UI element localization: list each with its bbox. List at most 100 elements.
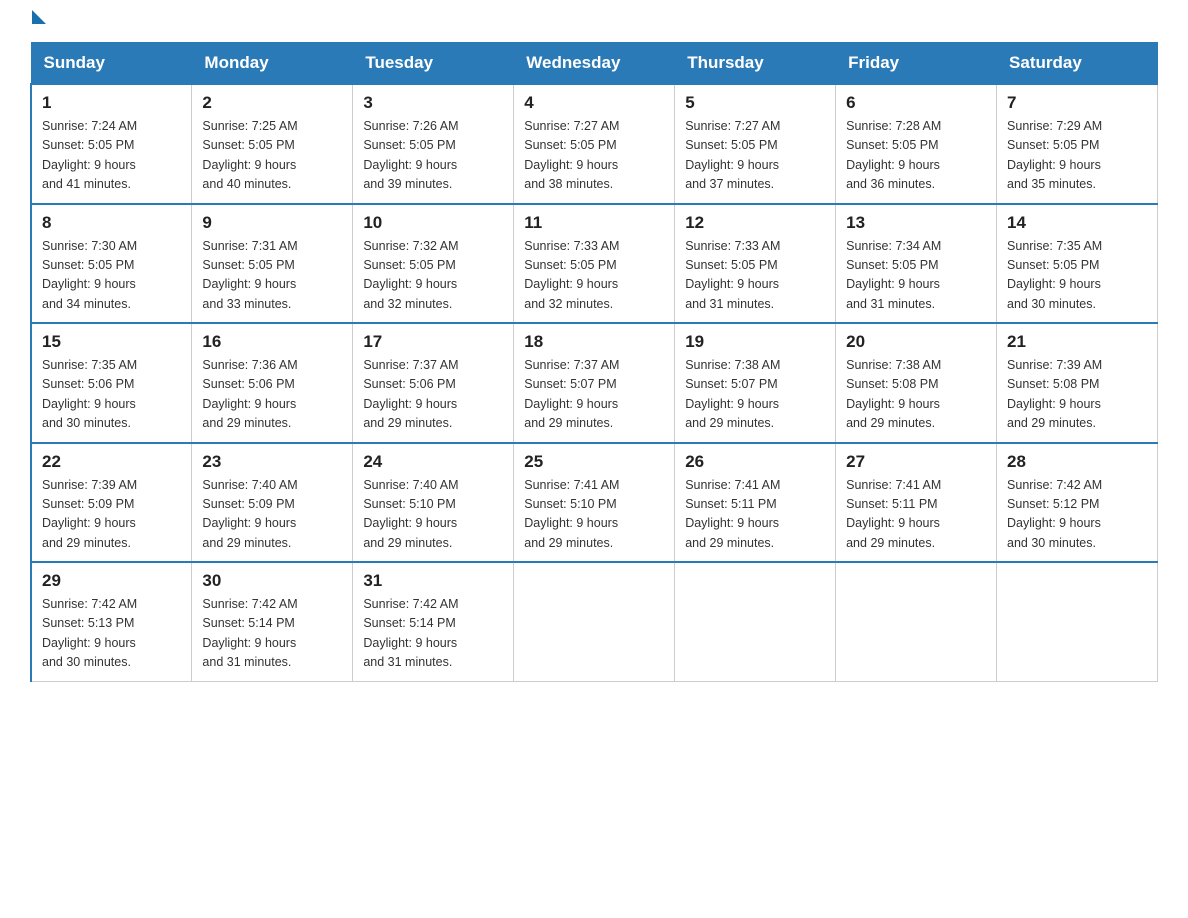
day-number: 13	[846, 213, 986, 233]
day-number: 24	[363, 452, 503, 472]
calendar-cell: 6 Sunrise: 7:28 AM Sunset: 5:05 PM Dayli…	[836, 84, 997, 204]
calendar-week-row: 1 Sunrise: 7:24 AM Sunset: 5:05 PM Dayli…	[31, 84, 1158, 204]
day-number: 15	[42, 332, 181, 352]
day-info: Sunrise: 7:34 AM Sunset: 5:05 PM Dayligh…	[846, 237, 986, 315]
day-info: Sunrise: 7:28 AM Sunset: 5:05 PM Dayligh…	[846, 117, 986, 195]
day-info: Sunrise: 7:41 AM Sunset: 5:11 PM Dayligh…	[685, 476, 825, 554]
calendar-cell: 23 Sunrise: 7:40 AM Sunset: 5:09 PM Dayl…	[192, 443, 353, 563]
calendar-cell: 16 Sunrise: 7:36 AM Sunset: 5:06 PM Dayl…	[192, 323, 353, 443]
col-header-friday: Friday	[836, 43, 997, 85]
day-number: 19	[685, 332, 825, 352]
day-info: Sunrise: 7:27 AM Sunset: 5:05 PM Dayligh…	[524, 117, 664, 195]
day-info: Sunrise: 7:40 AM Sunset: 5:09 PM Dayligh…	[202, 476, 342, 554]
calendar-cell	[514, 562, 675, 681]
day-info: Sunrise: 7:37 AM Sunset: 5:06 PM Dayligh…	[363, 356, 503, 434]
logo-triangle-icon	[32, 10, 46, 24]
calendar-week-row: 8 Sunrise: 7:30 AM Sunset: 5:05 PM Dayli…	[31, 204, 1158, 324]
calendar-cell: 17 Sunrise: 7:37 AM Sunset: 5:06 PM Dayl…	[353, 323, 514, 443]
calendar-cell: 29 Sunrise: 7:42 AM Sunset: 5:13 PM Dayl…	[31, 562, 192, 681]
day-info: Sunrise: 7:41 AM Sunset: 5:11 PM Dayligh…	[846, 476, 986, 554]
day-info: Sunrise: 7:36 AM Sunset: 5:06 PM Dayligh…	[202, 356, 342, 434]
day-number: 11	[524, 213, 664, 233]
day-number: 23	[202, 452, 342, 472]
calendar-cell: 15 Sunrise: 7:35 AM Sunset: 5:06 PM Dayl…	[31, 323, 192, 443]
calendar-cell: 11 Sunrise: 7:33 AM Sunset: 5:05 PM Dayl…	[514, 204, 675, 324]
day-info: Sunrise: 7:42 AM Sunset: 5:14 PM Dayligh…	[363, 595, 503, 673]
calendar-week-row: 22 Sunrise: 7:39 AM Sunset: 5:09 PM Dayl…	[31, 443, 1158, 563]
col-header-thursday: Thursday	[675, 43, 836, 85]
calendar-table: SundayMondayTuesdayWednesdayThursdayFrid…	[30, 42, 1158, 682]
calendar-cell: 10 Sunrise: 7:32 AM Sunset: 5:05 PM Dayl…	[353, 204, 514, 324]
day-info: Sunrise: 7:42 AM Sunset: 5:13 PM Dayligh…	[42, 595, 181, 673]
day-number: 28	[1007, 452, 1147, 472]
day-info: Sunrise: 7:42 AM Sunset: 5:14 PM Dayligh…	[202, 595, 342, 673]
day-number: 2	[202, 93, 342, 113]
day-info: Sunrise: 7:29 AM Sunset: 5:05 PM Dayligh…	[1007, 117, 1147, 195]
day-number: 4	[524, 93, 664, 113]
day-info: Sunrise: 7:33 AM Sunset: 5:05 PM Dayligh…	[685, 237, 825, 315]
day-info: Sunrise: 7:42 AM Sunset: 5:12 PM Dayligh…	[1007, 476, 1147, 554]
calendar-week-row: 29 Sunrise: 7:42 AM Sunset: 5:13 PM Dayl…	[31, 562, 1158, 681]
day-number: 5	[685, 93, 825, 113]
page-header	[30, 20, 1158, 24]
col-header-wednesday: Wednesday	[514, 43, 675, 85]
day-number: 27	[846, 452, 986, 472]
calendar-cell	[997, 562, 1158, 681]
calendar-cell: 19 Sunrise: 7:38 AM Sunset: 5:07 PM Dayl…	[675, 323, 836, 443]
calendar-cell: 31 Sunrise: 7:42 AM Sunset: 5:14 PM Dayl…	[353, 562, 514, 681]
calendar-cell	[836, 562, 997, 681]
day-info: Sunrise: 7:33 AM Sunset: 5:05 PM Dayligh…	[524, 237, 664, 315]
calendar-cell: 26 Sunrise: 7:41 AM Sunset: 5:11 PM Dayl…	[675, 443, 836, 563]
calendar-cell: 21 Sunrise: 7:39 AM Sunset: 5:08 PM Dayl…	[997, 323, 1158, 443]
calendar-cell: 14 Sunrise: 7:35 AM Sunset: 5:05 PM Dayl…	[997, 204, 1158, 324]
day-info: Sunrise: 7:38 AM Sunset: 5:08 PM Dayligh…	[846, 356, 986, 434]
calendar-cell: 20 Sunrise: 7:38 AM Sunset: 5:08 PM Dayl…	[836, 323, 997, 443]
day-info: Sunrise: 7:39 AM Sunset: 5:09 PM Dayligh…	[42, 476, 181, 554]
day-number: 16	[202, 332, 342, 352]
day-number: 21	[1007, 332, 1147, 352]
day-info: Sunrise: 7:31 AM Sunset: 5:05 PM Dayligh…	[202, 237, 342, 315]
day-number: 29	[42, 571, 181, 591]
day-info: Sunrise: 7:38 AM Sunset: 5:07 PM Dayligh…	[685, 356, 825, 434]
day-number: 25	[524, 452, 664, 472]
day-number: 6	[846, 93, 986, 113]
calendar-cell: 30 Sunrise: 7:42 AM Sunset: 5:14 PM Dayl…	[192, 562, 353, 681]
day-number: 20	[846, 332, 986, 352]
calendar-cell: 18 Sunrise: 7:37 AM Sunset: 5:07 PM Dayl…	[514, 323, 675, 443]
calendar-header-row: SundayMondayTuesdayWednesdayThursdayFrid…	[31, 43, 1158, 85]
day-info: Sunrise: 7:32 AM Sunset: 5:05 PM Dayligh…	[363, 237, 503, 315]
calendar-cell: 5 Sunrise: 7:27 AM Sunset: 5:05 PM Dayli…	[675, 84, 836, 204]
day-info: Sunrise: 7:35 AM Sunset: 5:06 PM Dayligh…	[42, 356, 181, 434]
day-info: Sunrise: 7:30 AM Sunset: 5:05 PM Dayligh…	[42, 237, 181, 315]
calendar-cell: 4 Sunrise: 7:27 AM Sunset: 5:05 PM Dayli…	[514, 84, 675, 204]
day-number: 10	[363, 213, 503, 233]
calendar-cell: 25 Sunrise: 7:41 AM Sunset: 5:10 PM Dayl…	[514, 443, 675, 563]
day-number: 26	[685, 452, 825, 472]
calendar-cell: 8 Sunrise: 7:30 AM Sunset: 5:05 PM Dayli…	[31, 204, 192, 324]
calendar-cell: 2 Sunrise: 7:25 AM Sunset: 5:05 PM Dayli…	[192, 84, 353, 204]
day-number: 14	[1007, 213, 1147, 233]
calendar-cell	[675, 562, 836, 681]
day-info: Sunrise: 7:25 AM Sunset: 5:05 PM Dayligh…	[202, 117, 342, 195]
day-number: 18	[524, 332, 664, 352]
day-number: 30	[202, 571, 342, 591]
col-header-tuesday: Tuesday	[353, 43, 514, 85]
day-number: 31	[363, 571, 503, 591]
calendar-cell: 27 Sunrise: 7:41 AM Sunset: 5:11 PM Dayl…	[836, 443, 997, 563]
day-info: Sunrise: 7:37 AM Sunset: 5:07 PM Dayligh…	[524, 356, 664, 434]
day-info: Sunrise: 7:39 AM Sunset: 5:08 PM Dayligh…	[1007, 356, 1147, 434]
col-header-saturday: Saturday	[997, 43, 1158, 85]
calendar-cell: 9 Sunrise: 7:31 AM Sunset: 5:05 PM Dayli…	[192, 204, 353, 324]
calendar-cell: 7 Sunrise: 7:29 AM Sunset: 5:05 PM Dayli…	[997, 84, 1158, 204]
day-number: 7	[1007, 93, 1147, 113]
day-number: 3	[363, 93, 503, 113]
day-number: 17	[363, 332, 503, 352]
calendar-cell: 22 Sunrise: 7:39 AM Sunset: 5:09 PM Dayl…	[31, 443, 192, 563]
logo	[30, 20, 46, 24]
day-info: Sunrise: 7:24 AM Sunset: 5:05 PM Dayligh…	[42, 117, 181, 195]
calendar-cell: 1 Sunrise: 7:24 AM Sunset: 5:05 PM Dayli…	[31, 84, 192, 204]
day-info: Sunrise: 7:41 AM Sunset: 5:10 PM Dayligh…	[524, 476, 664, 554]
day-number: 12	[685, 213, 825, 233]
calendar-cell: 13 Sunrise: 7:34 AM Sunset: 5:05 PM Dayl…	[836, 204, 997, 324]
col-header-monday: Monday	[192, 43, 353, 85]
